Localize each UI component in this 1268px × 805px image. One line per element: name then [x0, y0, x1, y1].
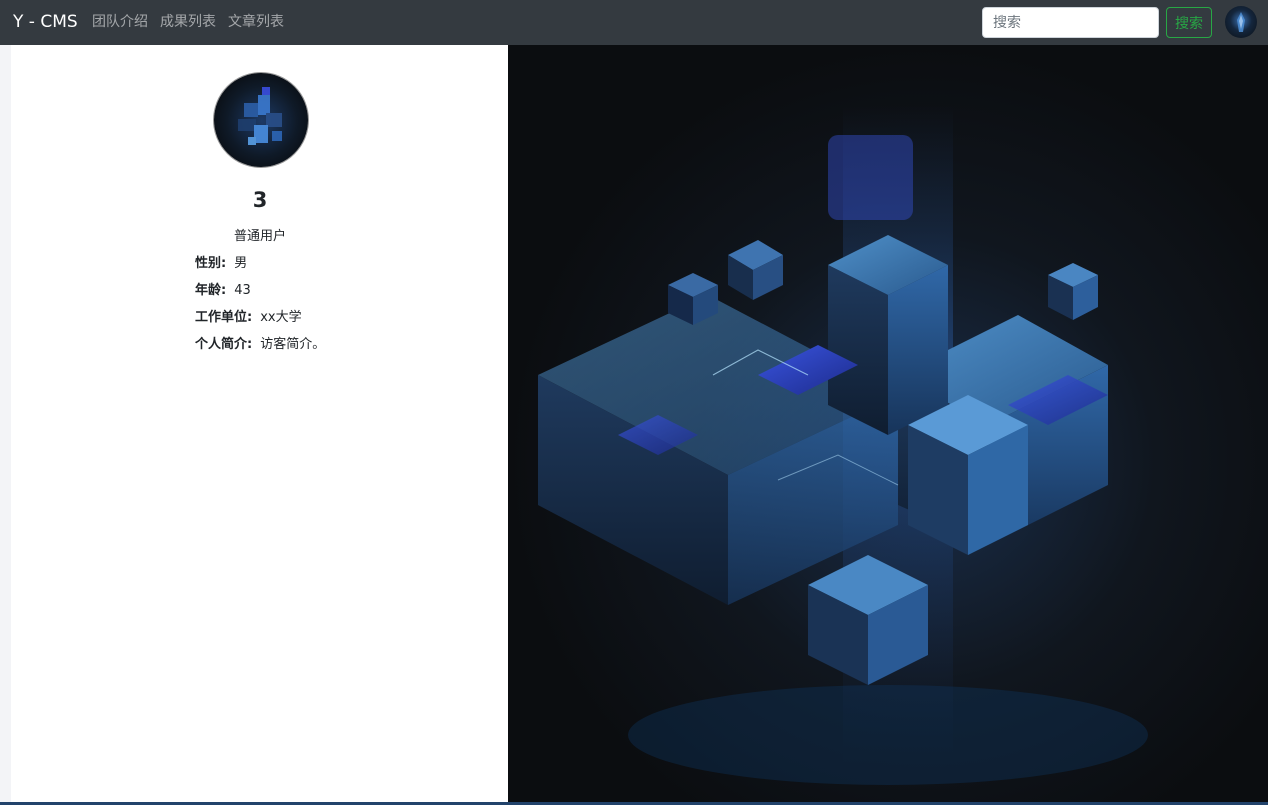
nav-link-team[interactable]: 团队介绍: [92, 13, 148, 31]
info-label-bio: 个人简介:: [195, 337, 253, 352]
info-value-bio: 访客简介。: [260, 337, 326, 352]
info-value-gender: 男: [234, 256, 248, 271]
info-value-workplace: xx大学: [260, 310, 302, 325]
profile-role: 普通用户: [233, 229, 286, 244]
nav-link-achievements[interactable]: 成果列表: [160, 13, 216, 31]
info-value-age: 43: [234, 283, 251, 298]
search-input[interactable]: [982, 7, 1159, 38]
search-button[interactable]: 搜索: [1166, 7, 1212, 38]
nav-link-articles[interactable]: 文章列表: [228, 13, 284, 31]
hero-illustration: [508, 45, 1268, 802]
info-row-bio: 个人简介: 访客简介。: [195, 336, 325, 354]
info-label-workplace: 工作单位:: [195, 310, 253, 325]
profile-avatar: [213, 72, 309, 168]
user-avatar-icon[interactable]: [1225, 6, 1257, 38]
info-row-age: 年龄: 43: [195, 282, 251, 300]
info-label-age: 年龄:: [195, 283, 227, 298]
profile-name: 3: [252, 188, 268, 212]
nav-links: 团队介绍 成果列表 文章列表: [92, 13, 284, 31]
info-label-gender: 性别:: [195, 256, 227, 271]
brand-link[interactable]: Y - CMS: [13, 11, 78, 33]
info-row-workplace: 工作单位: xx大学: [195, 309, 302, 327]
info-row-gender: 性别: 男: [195, 255, 247, 273]
top-navbar: Y - CMS 团队介绍 成果列表 文章列表 搜索: [0, 0, 1268, 45]
